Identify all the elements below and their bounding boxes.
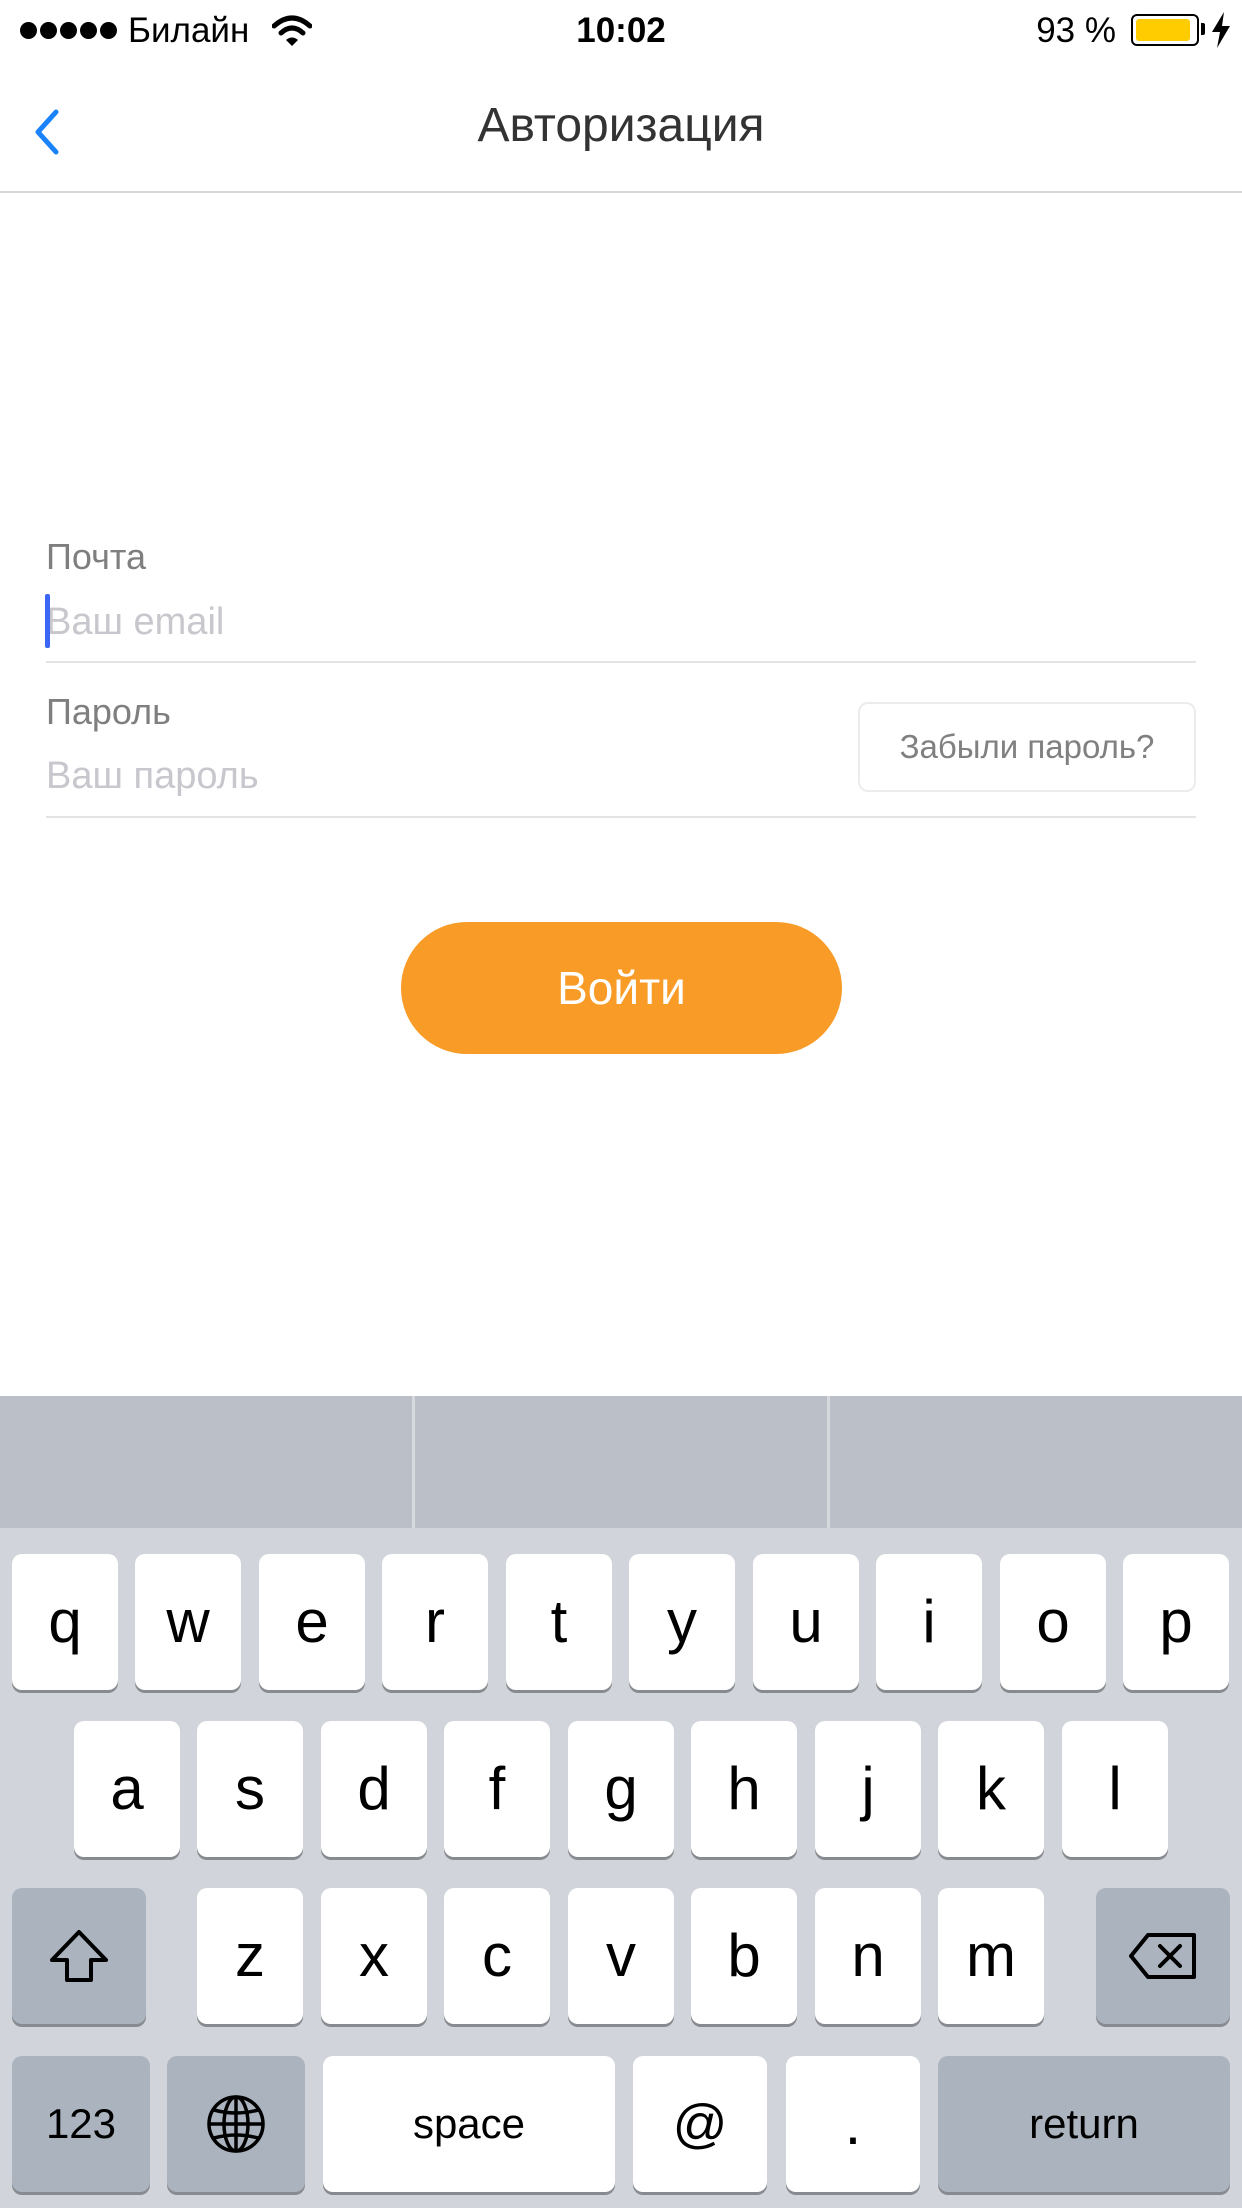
battery-percent: 93 % xyxy=(1036,11,1116,50)
email-label: Почта xyxy=(46,536,146,577)
email-divider xyxy=(46,661,1196,663)
dot-key[interactable]: . xyxy=(786,2056,920,2192)
shift-icon xyxy=(50,1930,108,1982)
globe-icon xyxy=(207,2095,265,2153)
suggestion-slot[interactable] xyxy=(0,1396,412,1528)
key-v[interactable]: v xyxy=(568,1888,674,2024)
email-input[interactable] xyxy=(46,592,1196,652)
keyboard: q w e r t y u i o p a s d f g h j k l z … xyxy=(0,1396,1242,2208)
password-input[interactable] xyxy=(46,746,836,806)
suggestion-bar xyxy=(0,1396,1242,1528)
key-q[interactable]: q xyxy=(12,1554,118,1690)
navigation-bar: Авторизация xyxy=(0,62,1242,193)
key-a[interactable]: a xyxy=(74,1721,180,1857)
charging-bolt-icon xyxy=(1212,12,1230,48)
status-bar: Билайн 10:02 93 % xyxy=(0,0,1242,62)
suggestion-slot[interactable] xyxy=(830,1396,1242,1528)
login-button[interactable]: Войти xyxy=(401,922,842,1054)
suggestion-slot[interactable] xyxy=(415,1396,827,1528)
key-m[interactable]: m xyxy=(938,1888,1044,2024)
key-o[interactable]: o xyxy=(1000,1554,1106,1690)
key-s[interactable]: s xyxy=(197,1721,303,1857)
key-t[interactable]: t xyxy=(506,1554,612,1690)
battery-icon xyxy=(1131,14,1199,46)
key-x[interactable]: x xyxy=(321,1888,427,2024)
key-z[interactable]: z xyxy=(197,1888,303,2024)
shift-key[interactable] xyxy=(12,1888,146,2024)
key-j[interactable]: j xyxy=(815,1721,921,1857)
key-d[interactable]: d xyxy=(321,1721,427,1857)
numbers-key[interactable]: 123 xyxy=(12,2056,150,2192)
space-key[interactable]: space xyxy=(323,2056,615,2192)
key-r[interactable]: r xyxy=(382,1554,488,1690)
key-u[interactable]: u xyxy=(753,1554,859,1690)
password-divider xyxy=(46,816,1196,818)
forgot-password-button[interactable]: Забыли пароль? xyxy=(858,702,1196,792)
key-g[interactable]: g xyxy=(568,1721,674,1857)
delete-icon xyxy=(1129,1933,1196,1979)
at-key[interactable]: @ xyxy=(633,2056,767,2192)
key-e[interactable]: e xyxy=(259,1554,365,1690)
key-i[interactable]: i xyxy=(876,1554,982,1690)
key-k[interactable]: k xyxy=(938,1721,1044,1857)
battery-level-fill xyxy=(1136,19,1190,41)
key-p[interactable]: p xyxy=(1123,1554,1229,1690)
page-title: Авторизация xyxy=(477,99,765,152)
password-label: Пароль xyxy=(46,691,171,732)
key-b[interactable]: b xyxy=(691,1888,797,2024)
battery-nub xyxy=(1201,23,1205,35)
key-l[interactable]: l xyxy=(1062,1721,1168,1857)
key-f[interactable]: f xyxy=(444,1721,550,1857)
key-y[interactable]: y xyxy=(629,1554,735,1690)
key-c[interactable]: c xyxy=(444,1888,550,2024)
key-n[interactable]: n xyxy=(815,1888,921,2024)
return-key[interactable]: return xyxy=(938,2056,1230,2192)
text-cursor xyxy=(45,594,50,648)
delete-key[interactable] xyxy=(1096,1888,1230,2024)
key-h[interactable]: h xyxy=(691,1721,797,1857)
globe-key[interactable] xyxy=(167,2056,305,2192)
key-w[interactable]: w xyxy=(135,1554,241,1690)
